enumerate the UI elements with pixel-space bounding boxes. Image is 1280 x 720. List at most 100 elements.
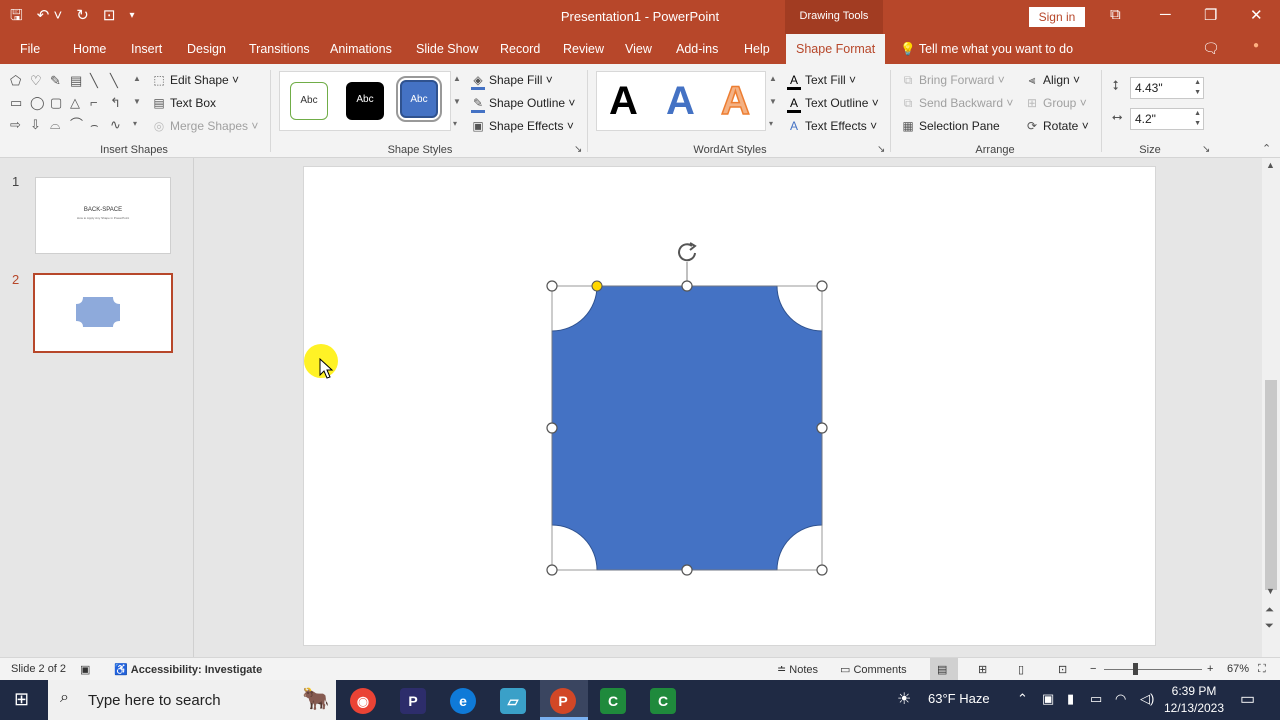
tab-record[interactable]: Record xyxy=(500,42,540,56)
down-arrow-shape-icon[interactable]: ⇩ xyxy=(30,116,50,134)
slide-2[interactable] xyxy=(303,166,1156,646)
tab-shape-format[interactable]: Shape Format xyxy=(786,34,886,64)
heart-shape-icon[interactable]: ♡ xyxy=(30,72,50,90)
tab-insert[interactable]: Insert xyxy=(131,42,162,56)
vertical-scrollbar[interactable]: ▲ ▼ ⏶ ⏷ xyxy=(1262,158,1280,657)
tab-review[interactable]: Review xyxy=(563,42,604,56)
shapes-more-icon[interactable]: ▾ xyxy=(133,119,137,128)
ribbon-display-icon[interactable]: ⧉ xyxy=(1110,6,1121,23)
arrow-shape-icon[interactable]: ⇨ xyxy=(10,116,30,134)
reading-view-icon[interactable]: ▯ xyxy=(1018,663,1024,676)
zoom-level[interactable]: 67% xyxy=(1227,663,1249,675)
battery-icon[interactable]: ▭ xyxy=(1090,691,1102,707)
tab-view[interactable]: View xyxy=(625,42,652,56)
shape-height-input[interactable]: 4.43" ▲ ▼ xyxy=(1130,77,1204,99)
weather-icon[interactable]: ☀ xyxy=(897,689,911,709)
windows-start-icon[interactable]: ⊞ xyxy=(14,689,29,710)
connector-shape-icon[interactable]: ⌐ xyxy=(90,94,110,112)
scroll-thumb[interactable] xyxy=(1265,380,1277,590)
rounded-rect-shape-icon[interactable]: ▢ xyxy=(50,94,70,112)
taskbar-search-box[interactable]: ⌕ Type here to search 🐂 xyxy=(48,680,336,720)
line-shape-icon[interactable]: ╲ xyxy=(90,72,110,90)
bring-forward-button[interactable]: ⧉ Bring Forward ˅ xyxy=(901,73,1005,88)
tray-chevron-icon[interactable]: ⌃ xyxy=(1017,691,1028,707)
shape-styles-gallery[interactable]: Abc Abc Abc xyxy=(279,71,451,131)
previous-slide-icon[interactable]: ⏶ xyxy=(1265,604,1274,617)
sign-in-button[interactable]: Sign in xyxy=(1029,7,1085,27)
shapes-gallery[interactable]: ⬠ ♡ ✎ ▤ ╲ ╲ ▭ ◯ ▢ △ ⌐ ↰ ⇨ ⇩ ⌓ ⌒ ⌢ ∿ xyxy=(10,72,130,134)
wave-shape-icon[interactable]: ∿ xyxy=(110,116,130,134)
text-box-button[interactable]: ▤ Text Box xyxy=(152,96,216,110)
camtasia-recorder-icon[interactable]: C xyxy=(650,688,676,714)
rectangle-shape-icon[interactable]: ▭ xyxy=(10,94,30,112)
chrome-icon[interactable]: ◉ xyxy=(350,688,376,714)
clock-time[interactable]: 6:39 PM xyxy=(1162,684,1226,698)
slideshow-view-icon[interactable]: ⊡ xyxy=(1058,663,1067,676)
style-outline-green[interactable]: Abc xyxy=(290,82,328,120)
size-launcher-icon[interactable]: ↘ xyxy=(1202,144,1210,155)
elbow-shape-icon[interactable]: ↰ xyxy=(110,94,130,112)
wordart-launcher-icon[interactable]: ↘ xyxy=(877,144,885,155)
textbox-shape-icon[interactable]: ▤ xyxy=(70,72,90,90)
triangle-shape-icon[interactable]: △ xyxy=(70,94,90,112)
tell-me-search[interactable]: 💡 Tell me what you want to do xyxy=(900,42,1073,57)
zoom-slider-track[interactable] xyxy=(1104,669,1202,670)
line2-shape-icon[interactable]: ╲ xyxy=(110,72,130,90)
oval-shape-icon[interactable]: ◯ xyxy=(30,94,50,112)
wordart-style-black[interactable]: A xyxy=(609,79,638,124)
wifi-icon[interactable]: ◠ xyxy=(1115,691,1126,707)
tab-slide-show[interactable]: Slide Show xyxy=(416,42,479,56)
styles-scroll-up-icon[interactable]: ▲ xyxy=(453,74,461,83)
send-backward-button[interactable]: ⧉ Send Backward ˅ xyxy=(901,96,1014,111)
group-button[interactable]: ⊞ Group ˅ xyxy=(1025,96,1087,110)
shape-width-input[interactable]: 4.2" ▲ ▼ xyxy=(1130,108,1204,130)
zoom-slider-thumb[interactable] xyxy=(1133,663,1138,675)
slide-thumbnail-2-selected[interactable] xyxy=(33,273,173,353)
scroll-down-icon[interactable]: ▼ xyxy=(1266,586,1275,596)
tab-home[interactable]: Home xyxy=(73,42,106,56)
text-effects-button[interactable]: A Text Effects ˅ xyxy=(787,119,877,133)
tab-file[interactable]: File xyxy=(20,42,40,56)
edit-shape-button[interactable]: ⬚ Edit Shape ˅ xyxy=(152,73,239,87)
selection-pane-button[interactable]: ▦ Selection Pane xyxy=(901,119,999,133)
tab-animations[interactable]: Animations xyxy=(330,42,392,56)
wordart-scroll-down-icon[interactable]: ▼ xyxy=(769,97,777,106)
flowchart-shape-icon[interactable]: ⌓ xyxy=(50,116,70,134)
width-spinner-icon[interactable]: ▲ ▼ xyxy=(1194,109,1201,129)
notes-button[interactable]: ≐ Notes xyxy=(777,663,818,676)
styles-scroll-down-icon[interactable]: ▼ xyxy=(453,97,461,106)
fit-slide-icon[interactable]: ⛶ xyxy=(1258,663,1266,676)
notes-app-icon[interactable]: ▱ xyxy=(500,688,526,714)
styles-more-icon[interactable]: ▾ xyxy=(453,119,457,128)
minimize-icon[interactable]: ─ xyxy=(1160,6,1171,23)
shape-outline-button[interactable]: ✎ Shape Outline ˅ xyxy=(471,96,575,113)
slide-thumbnail-1[interactable]: BACK-SPACE How to Apply Any Shape in Pow… xyxy=(35,177,171,254)
clock-date[interactable]: 12/13/2023 xyxy=(1158,701,1230,715)
next-slide-icon[interactable]: ⏷ xyxy=(1265,620,1274,633)
collapse-ribbon-icon[interactable]: ⌃ xyxy=(1262,142,1271,155)
zoom-in-icon[interactable]: + xyxy=(1207,663,1213,675)
arc-shape-icon[interactable]: ⌢ xyxy=(90,116,110,134)
restore-icon[interactable]: ❐ xyxy=(1204,6,1217,24)
shape-effects-button[interactable]: ▣ Shape Effects ˅ xyxy=(471,119,574,133)
accessibility-button[interactable]: ♿ Accessibility: Investigate xyxy=(114,663,262,676)
text-outline-button[interactable]: A Text Outline ˅ xyxy=(787,96,879,113)
pen-app-icon[interactable]: P xyxy=(400,688,426,714)
rotate-button[interactable]: ⟳ Rotate ˅ xyxy=(1025,119,1089,133)
edge-icon[interactable]: e xyxy=(450,688,476,714)
pencil-shape-icon[interactable]: ✎ xyxy=(50,72,70,90)
comments-button[interactable]: ▭ Comments xyxy=(840,663,907,676)
tab-add-ins[interactable]: Add-ins xyxy=(676,42,718,56)
comments-icon[interactable]: 🗨 xyxy=(1202,40,1220,57)
microphone-icon[interactable]: ▮ xyxy=(1067,691,1074,707)
shape-fill-button[interactable]: ◈ Shape Fill ˅ xyxy=(471,73,553,90)
align-button[interactable]: ⫷ Align ˅ xyxy=(1025,73,1080,88)
style-fill-blue-selected[interactable]: Abc xyxy=(396,76,442,122)
wordart-more-icon[interactable]: ▾ xyxy=(769,119,773,128)
tab-design[interactable]: Design xyxy=(187,42,226,56)
shape-styles-launcher-icon[interactable]: ↘ xyxy=(574,144,582,155)
shapes-scroll-up-icon[interactable]: ▲ xyxy=(133,74,141,83)
tab-transitions[interactable]: Transitions xyxy=(249,42,310,56)
style-fill-black[interactable]: Abc xyxy=(346,82,384,120)
zoom-out-icon[interactable]: − xyxy=(1090,663,1096,675)
